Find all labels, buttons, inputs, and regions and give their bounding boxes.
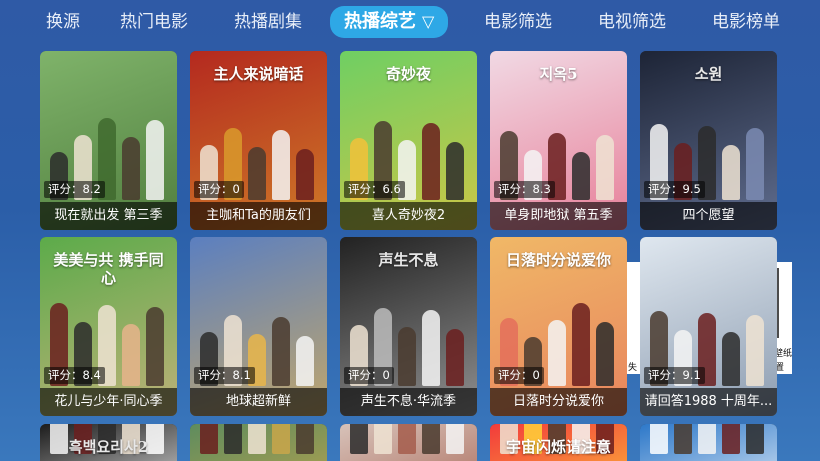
show-card[interactable]: 声生不息评分：0 声生不息·华流季: [340, 237, 477, 416]
poster-figure: [248, 147, 266, 200]
show-card[interactable]: 主人来说暗话评分：0 主咖和Ta的朋友们: [190, 51, 327, 230]
rating-badge: 评分：8.1: [194, 367, 255, 384]
poster-figure: [572, 152, 590, 200]
poster-lettering: 흑백요리사2: [68, 438, 149, 456]
poster-figure: [572, 303, 590, 386]
show-card[interactable]: 奇妙夜评分：6.6 喜人奇妙夜2: [340, 51, 477, 230]
poster-figures: [340, 424, 477, 454]
poster-figure: [746, 424, 764, 454]
poster-lettering: 지옥5: [539, 65, 578, 83]
poster-figure: [122, 137, 140, 200]
show-card[interactable]: 评分：9.1 请回答1988 十周年...: [640, 237, 777, 416]
poster-lettering: 소원: [694, 65, 723, 83]
poster-lettering: 美美与共 携手同心: [53, 251, 164, 287]
poster-figure: [146, 120, 164, 200]
show-card[interactable]: [340, 424, 477, 461]
poster-figure: [224, 424, 242, 454]
poster-lettering: 日落时分说爱你: [505, 251, 611, 269]
poster-figure: [122, 324, 140, 386]
poster-lettering: 声生不息: [378, 251, 439, 269]
show-card[interactable]: 美美与共 携手同心评分：8.4 花儿与少年·同心季: [40, 237, 177, 416]
rating-badge: 评分：0: [194, 181, 244, 198]
show-poster: [640, 424, 777, 461]
poster-figure: [422, 424, 440, 454]
poster-figure: [422, 123, 440, 200]
poster-figure: [200, 424, 218, 454]
poster-figure: [296, 336, 314, 386]
show-card[interactable]: 흑백요리사2: [40, 424, 177, 461]
show-card[interactable]: 日落时分说爱你 评分：0 日落时分说爱你: [490, 237, 627, 416]
poster-figures: [640, 424, 777, 454]
poster-figure: [596, 322, 614, 386]
show-card[interactable]: [190, 424, 327, 461]
show-title: 地球超新鲜: [190, 388, 327, 416]
show-poster: [340, 424, 477, 461]
show-card[interactable]: 评分：8.1 地球超新鲜: [190, 237, 327, 416]
variety-show-grid: 失壁纸重置评分：8.2现在就出发 第三季主人来说暗话评分：0主咖和Ta的朋友们奇…: [0, 0, 820, 461]
poster-figure: [350, 424, 368, 454]
show-title: 四个愿望: [640, 202, 777, 230]
poster-figure: [398, 327, 416, 386]
rating-badge: 评分：8.2: [44, 181, 105, 198]
poster-figure: [422, 310, 440, 386]
rating-badge: 评分：8.3: [494, 181, 555, 198]
poster-figure: [698, 424, 716, 454]
show-card[interactable]: [640, 424, 777, 461]
poster-figure: [272, 424, 290, 454]
poster-figure: [674, 424, 692, 454]
show-card[interactable]: 소원 评分：9.5 四个愿望: [640, 51, 777, 230]
show-card[interactable]: 지옥5 评分：8.3 单身即地狱 第五季: [490, 51, 627, 230]
show-title: 请回答1988 十周年...: [640, 388, 777, 416]
poster-figure: [248, 424, 266, 454]
poster-lettering: 主人来说暗话: [213, 65, 304, 83]
poster-figure: [722, 332, 740, 386]
show-poster: 宇宙闪烁请注意: [490, 424, 627, 461]
poster-lettering: 宇宙闪烁请注意: [505, 438, 611, 456]
rating-badge: 评分：6.6: [344, 181, 405, 198]
rating-badge: 评分：9.5: [644, 181, 705, 198]
show-title: 单身即地狱 第五季: [490, 202, 627, 230]
poster-figure: [296, 424, 314, 454]
show-title: 日落时分说爱你: [490, 388, 627, 416]
show-poster: 흑백요리사2: [40, 424, 177, 461]
poster-figures: [190, 424, 327, 454]
poster-figure: [446, 329, 464, 386]
show-title: 声生不息·华流季: [340, 388, 477, 416]
show-title: 喜人奇妙夜2: [340, 202, 477, 230]
overlay-left-text: 失: [628, 363, 638, 373]
show-poster: [190, 424, 327, 461]
poster-figure: [650, 424, 668, 454]
poster-figure: [146, 307, 164, 386]
poster-figure: [398, 424, 416, 454]
show-title: 主咖和Ta的朋友们: [190, 202, 327, 230]
poster-figure: [296, 149, 314, 200]
rating-badge: 评分：8.4: [44, 367, 105, 384]
poster-figure: [272, 317, 290, 386]
rating-badge: 评分：0: [344, 367, 394, 384]
poster-figure: [722, 145, 740, 200]
rating-badge: 评分：9.1: [644, 367, 705, 384]
poster-figure: [446, 142, 464, 200]
poster-figure: [596, 135, 614, 200]
poster-figure: [272, 130, 290, 200]
poster-figure: [374, 424, 392, 454]
rating-badge: 评分：0: [494, 367, 544, 384]
poster-figure: [746, 315, 764, 386]
show-title: 花儿与少年·同心季: [40, 388, 177, 416]
show-card[interactable]: 评分：8.2 现在就出发 第三季: [40, 51, 177, 230]
poster-lettering: 奇妙夜: [385, 65, 431, 83]
poster-figure: [746, 128, 764, 200]
poster-figure: [446, 424, 464, 454]
show-title: 现在就出发 第三季: [40, 202, 177, 230]
show-card[interactable]: 宇宙闪烁请注意: [490, 424, 627, 461]
poster-figure: [548, 320, 566, 386]
poster-figure: [722, 424, 740, 454]
